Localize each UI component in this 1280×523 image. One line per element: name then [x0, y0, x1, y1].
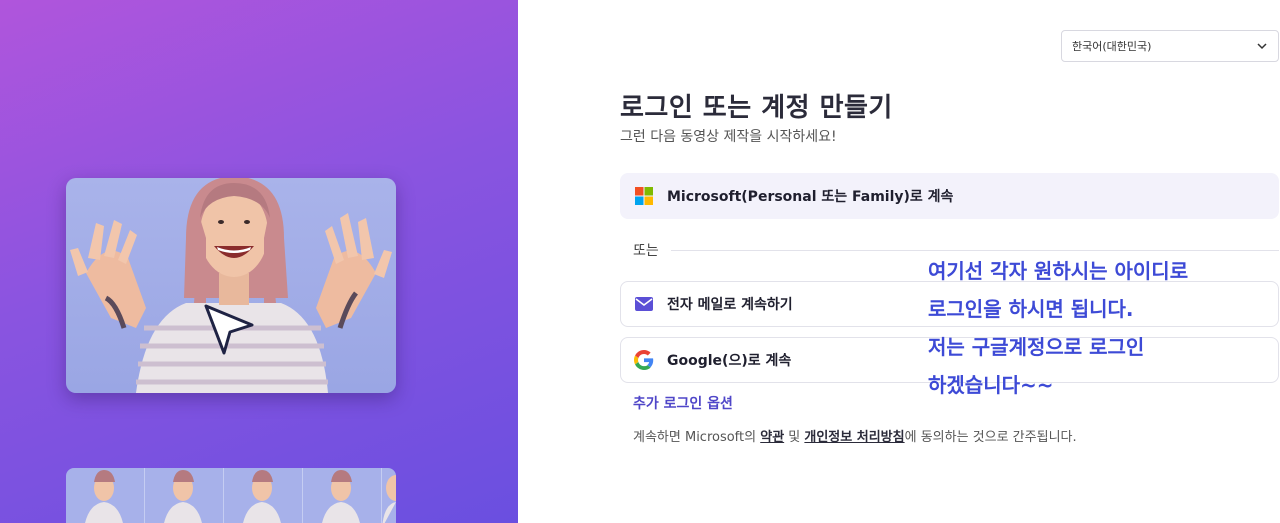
terms-prefix: 계속하면 Microsoft의	[633, 430, 761, 445]
microsoft-signin-label: Microsoft(Personal 또는 Family)로 계속	[667, 189, 954, 205]
video-thumbnail	[224, 468, 303, 523]
microsoft-signin-button[interactable]: Microsoft(Personal 또는 Family)로 계속	[620, 173, 1279, 219]
video-thumbnail	[303, 468, 382, 523]
google-signin-label: Google(으)로 계속	[667, 353, 792, 369]
annotation-note: 여기선 각자 원하시는 아이디로 로그인을 하시면 됩니다. 저는 구글계정으로…	[928, 252, 1268, 404]
terms-link[interactable]: 약관	[760, 430, 784, 445]
terms-middle: 및	[784, 430, 805, 445]
hero-video-preview	[66, 178, 396, 393]
terms-notice: 계속하면 Microsoft의 약관 및 개인정보 처리방침에 동의하는 것으로…	[633, 426, 1077, 445]
annotation-line: 여기선 각자 원하시는 아이디로	[928, 259, 1189, 283]
annotation-line: 로그인을 하시면 됩니다.	[928, 297, 1134, 321]
video-thumbnail	[66, 468, 145, 523]
annotation-line: 저는 구글계정으로 로그인	[928, 335, 1145, 359]
terms-suffix: 에 동의하는 것으로 간주됩니다.	[904, 430, 1077, 445]
or-divider-text: 또는	[633, 243, 659, 259]
language-select[interactable]: 한국어(대한민국)	[1061, 30, 1279, 62]
privacy-policy-link[interactable]: 개인정보 처리방침	[804, 430, 904, 445]
mail-icon	[634, 294, 654, 314]
language-select-value: 한국어(대한민국)	[1072, 40, 1152, 53]
divider-line	[670, 249, 1279, 251]
microsoft-logo-icon	[634, 186, 654, 206]
promo-panel	[0, 0, 518, 523]
video-thumbnail	[145, 468, 224, 523]
video-thumbnail	[382, 468, 396, 523]
person-illustration	[70, 178, 392, 393]
page-title: 로그인 또는 계정 만들기	[620, 93, 893, 123]
chevron-down-icon	[1256, 40, 1268, 52]
email-signin-label: 전자 메일로 계속하기	[667, 297, 793, 313]
thumbnail-strip	[66, 468, 396, 523]
annotation-line: 하겠습니다~~	[928, 373, 1054, 397]
page-subtitle: 그런 다음 동영상 제작을 시작하세요!	[620, 129, 837, 145]
google-logo-icon	[634, 350, 654, 370]
more-signin-options-link[interactable]: 추가 로그인 옵션	[633, 393, 733, 413]
